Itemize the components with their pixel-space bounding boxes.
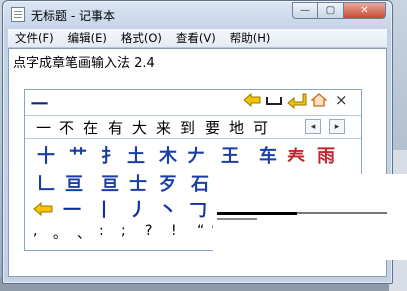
radical-key[interactable]: 𠂇 <box>187 142 205 168</box>
ime-header: 一 × <box>25 90 361 115</box>
radical-key[interactable]: 亘 <box>101 170 119 196</box>
radical-key[interactable]: 土 <box>127 142 145 168</box>
close-icon[interactable]: × <box>335 92 348 108</box>
maximize-button[interactable]: ▢ <box>318 2 344 19</box>
candidate-item[interactable]: 大 <box>132 117 147 138</box>
title-bar[interactable]: 无标题 - 记事本 — ▢ ✕ <box>3 1 392 29</box>
stroke-key-zhe[interactable]: 𠃌 <box>189 196 207 222</box>
radical-key[interactable]: 士 <box>129 170 147 196</box>
candidate-item[interactable]: 一 <box>36 117 51 138</box>
radical-key[interactable]: 十 <box>37 142 55 168</box>
stroke-key-pie[interactable]: 丿 <box>129 196 147 222</box>
menu-edit[interactable]: 编辑(E) <box>61 29 114 47</box>
candidate-row: 一 不 在 有 大 来 到 要 地 可 ◂ ▸ <box>25 115 361 139</box>
window-title: 无标题 - 记事本 <box>31 9 115 23</box>
stroke-key-heng[interactable]: 一 <box>63 196 81 222</box>
close-button[interactable]: ✕ <box>344 2 386 19</box>
editor-text: 点字成章笔画输入法 2.4 <box>13 56 155 71</box>
candidate-item[interactable]: 在 <box>83 117 98 138</box>
radical-key-highlight[interactable]: 𡗗 <box>287 142 305 168</box>
radical-key[interactable]: 歹 <box>159 170 177 196</box>
occlusion-line <box>297 212 387 214</box>
radical-key[interactable]: 石 <box>191 170 209 196</box>
punct-key[interactable]: 。 <box>53 223 67 243</box>
candidate-item[interactable]: 来 <box>156 117 171 138</box>
radical-key[interactable]: 王 <box>221 142 239 168</box>
menu-view[interactable]: 查看(V) <box>169 29 223 47</box>
menu-bar: 文件(F) 编辑(E) 格式(O) 查看(V) 帮助(H) <box>8 29 387 48</box>
backspace-stroke-icon[interactable] <box>33 200 53 221</box>
occlusion-line <box>217 212 297 215</box>
candidate-item[interactable]: 地 <box>229 117 244 138</box>
home-icon[interactable] <box>310 93 328 111</box>
candidate-item[interactable]: 可 <box>253 117 268 138</box>
candidate-item[interactable]: 不 <box>59 117 74 138</box>
candidate-item[interactable]: 有 <box>108 117 123 138</box>
stroke-key-shu[interactable]: 丨 <box>95 196 113 222</box>
stroke-key-dian[interactable]: 丶 <box>159 196 177 222</box>
menu-file[interactable]: 文件(F) <box>8 29 61 47</box>
punct-key[interactable]: : <box>99 223 104 239</box>
radical-key[interactable]: 木 <box>159 142 177 168</box>
punct-key[interactable]: ? <box>145 223 152 239</box>
notepad-icon <box>11 7 25 22</box>
candidate-item[interactable]: 要 <box>205 117 220 138</box>
occlusion-block <box>213 174 407 260</box>
punct-key[interactable]: , <box>33 223 37 239</box>
ime-composition: 一 <box>31 95 48 115</box>
radical-key[interactable]: 扌 <box>101 142 119 168</box>
minimize-button[interactable]: — <box>292 2 318 19</box>
prev-page-button[interactable]: ◂ <box>305 119 321 134</box>
occlusion-line <box>217 218 257 220</box>
candidate-item[interactable]: 到 <box>180 117 195 138</box>
punct-key[interactable]: ; <box>121 223 126 239</box>
radical-key[interactable]: 艹 <box>69 142 87 168</box>
radical-key[interactable]: 车 <box>259 142 277 168</box>
radical-key-highlight[interactable]: 雨 <box>317 142 335 168</box>
arrow-left-icon[interactable] <box>243 92 261 111</box>
punct-key[interactable]: “ <box>197 223 204 239</box>
punct-key[interactable]: 、 <box>77 223 91 243</box>
space-icon[interactable] <box>265 93 283 111</box>
next-page-button[interactable]: ▸ <box>329 119 345 134</box>
menu-format[interactable]: 格式(O) <box>114 29 169 47</box>
punct-key[interactable]: ! <box>171 223 177 239</box>
radical-key[interactable]: 𠃊 <box>37 170 55 196</box>
caption-buttons: — ▢ ✕ <box>292 2 386 20</box>
enter-icon[interactable] <box>287 93 307 113</box>
menu-help[interactable]: 帮助(H) <box>223 29 278 47</box>
radical-key[interactable]: 亘 <box>65 170 83 196</box>
